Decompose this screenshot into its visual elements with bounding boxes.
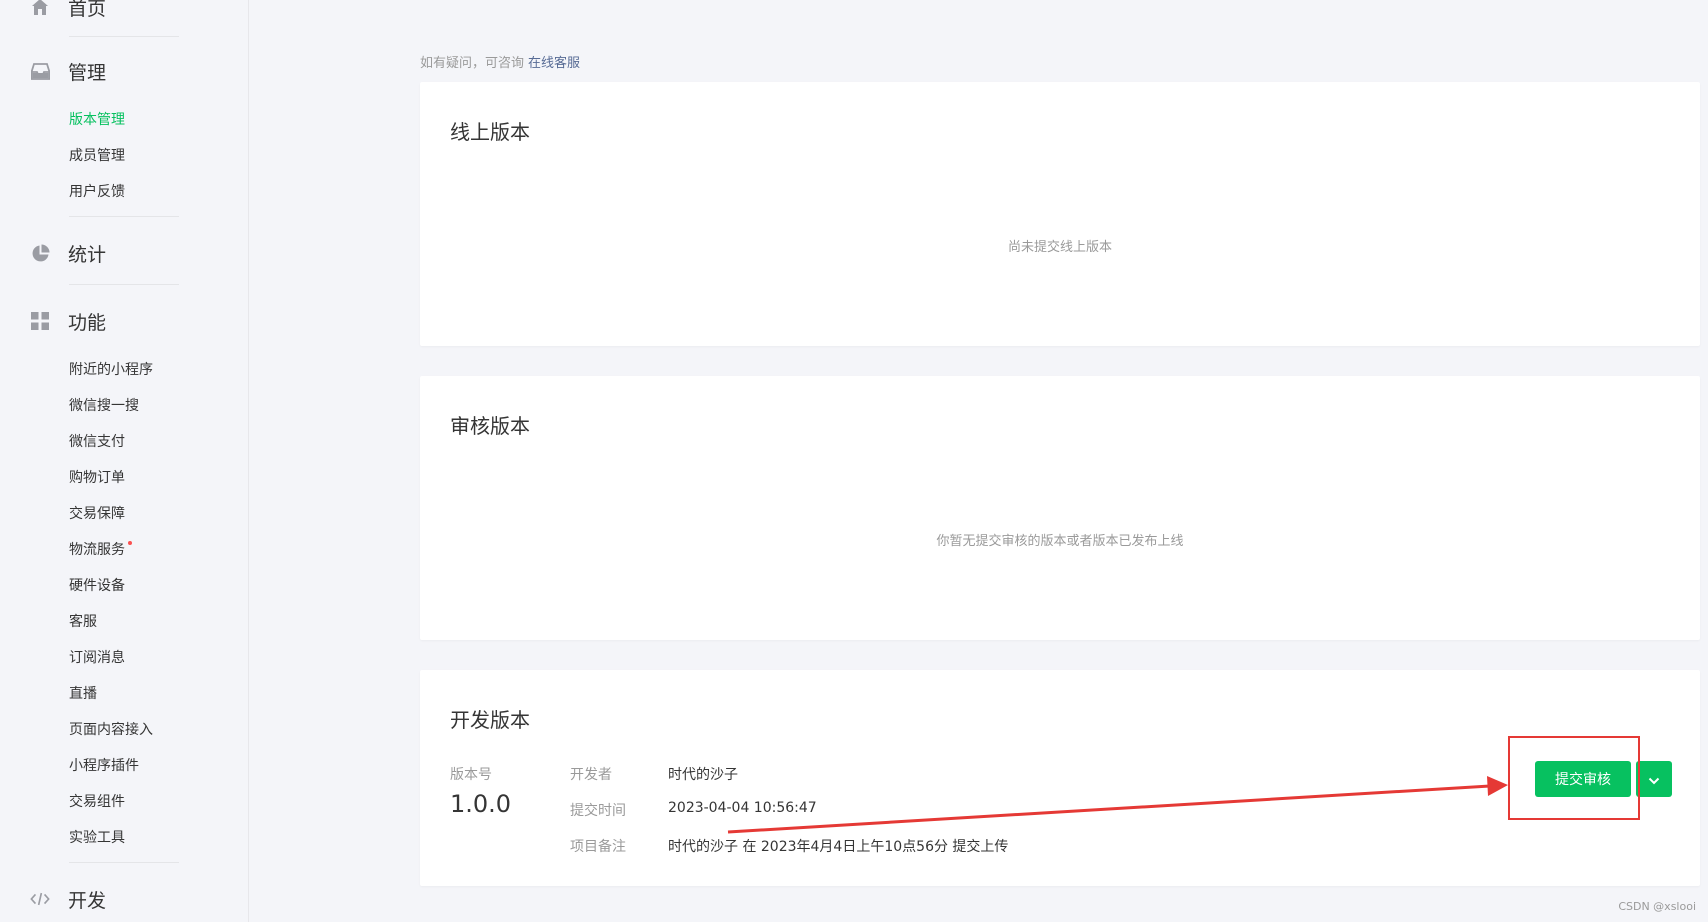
divider <box>69 216 179 217</box>
online-version-title: 线上版本 <box>450 120 530 144</box>
sidebar: 首页 管理 版本管理 成员管理 用户反馈 统计 功能 附近的小程序 微信搜一搜 … <box>0 0 249 922</box>
pie-chart-icon <box>30 243 50 263</box>
divider <box>69 284 179 285</box>
sidebar-item-customer-service[interactable]: 客服 <box>69 612 97 632</box>
submit-time-value: 2023-04-04 10:56:47 <box>668 800 817 816</box>
notification-dot <box>128 541 132 545</box>
remark-value: 时代的沙子 在 2023年4月4日上午10点56分 提交上传 <box>668 839 1009 855</box>
developer-value: 时代的沙子 <box>668 767 738 783</box>
submit-time-label: 提交时间 <box>570 803 626 819</box>
help-hint: 如有疑问，可咨询 在线客服 <box>420 52 580 71</box>
divider <box>69 36 179 37</box>
divider <box>69 862 179 863</box>
sidebar-item-logistics[interactable]: 物流服务 <box>69 540 132 560</box>
online-version-empty: 尚未提交线上版本 <box>1007 240 1112 255</box>
home-icon <box>30 0 50 17</box>
sidebar-item-live[interactable]: 直播 <box>69 684 97 704</box>
help-hint-text: 如有疑问，可咨询 <box>420 56 525 71</box>
online-support-link[interactable]: 在线客服 <box>528 56 580 71</box>
sidebar-item-shopping-orders[interactable]: 购物订单 <box>69 468 125 488</box>
sidebar-item-lab-tools[interactable]: 实验工具 <box>69 828 125 848</box>
sidebar-item-user-feedback[interactable]: 用户反馈 <box>69 182 125 202</box>
nav-manage[interactable]: 管理 <box>30 56 106 86</box>
online-version-card: 线上版本 尚未提交线上版本 <box>420 82 1700 346</box>
sidebar-item-page-content[interactable]: 页面内容接入 <box>69 720 153 740</box>
sidebar-item-wechat-search[interactable]: 微信搜一搜 <box>69 396 139 416</box>
nav-home[interactable]: 首页 <box>30 0 106 22</box>
nav-features-label: 功能 <box>68 311 107 334</box>
sidebar-item-subscribe-message[interactable]: 订阅消息 <box>69 648 125 668</box>
nav-develop-label: 开发 <box>68 889 107 912</box>
review-version-card: 审核版本 你暂无提交审核的版本或者版本已发布上线 <box>420 376 1700 640</box>
watermark: CSDN @xslooi <box>1618 900 1696 913</box>
sidebar-item-wechat-pay[interactable]: 微信支付 <box>69 432 125 452</box>
developer-label: 开发者 <box>570 767 612 783</box>
nav-stats-label: 统计 <box>68 243 107 266</box>
dev-version-title: 开发版本 <box>450 708 530 732</box>
nav-manage-label: 管理 <box>68 61 107 84</box>
sidebar-item-member-management[interactable]: 成员管理 <box>69 146 125 166</box>
sidebar-item-trade-components[interactable]: 交易组件 <box>69 792 125 812</box>
more-actions-dropdown[interactable] <box>1636 761 1672 797</box>
annotation-highlight-box <box>1508 736 1640 820</box>
nav-home-label: 首页 <box>68 0 107 20</box>
sidebar-item-logistics-label: 物流服务 <box>69 542 125 558</box>
nav-develop[interactable]: 开发 <box>30 884 106 914</box>
remark-label: 项目备注 <box>570 839 626 855</box>
grid-icon <box>30 311 50 331</box>
review-version-empty: 你暂无提交审核的版本或者版本已发布上线 <box>936 534 1184 549</box>
nav-stats[interactable]: 统计 <box>30 238 106 268</box>
sidebar-item-trade-guarantee[interactable]: 交易保障 <box>69 504 125 524</box>
chevron-down-icon <box>1648 770 1660 789</box>
inbox-icon <box>30 61 50 81</box>
version-number: 1.0.0 <box>450 790 512 818</box>
sidebar-item-hardware[interactable]: 硬件设备 <box>69 576 125 596</box>
version-number-label: 版本号 <box>450 767 492 783</box>
sidebar-item-nearby-miniprogram[interactable]: 附近的小程序 <box>69 360 153 380</box>
nav-features[interactable]: 功能 <box>30 306 106 336</box>
code-icon <box>30 889 50 909</box>
sidebar-item-version-management[interactable]: 版本管理 <box>69 110 125 130</box>
sidebar-item-plugins[interactable]: 小程序插件 <box>69 756 139 776</box>
review-version-title: 审核版本 <box>450 414 530 438</box>
